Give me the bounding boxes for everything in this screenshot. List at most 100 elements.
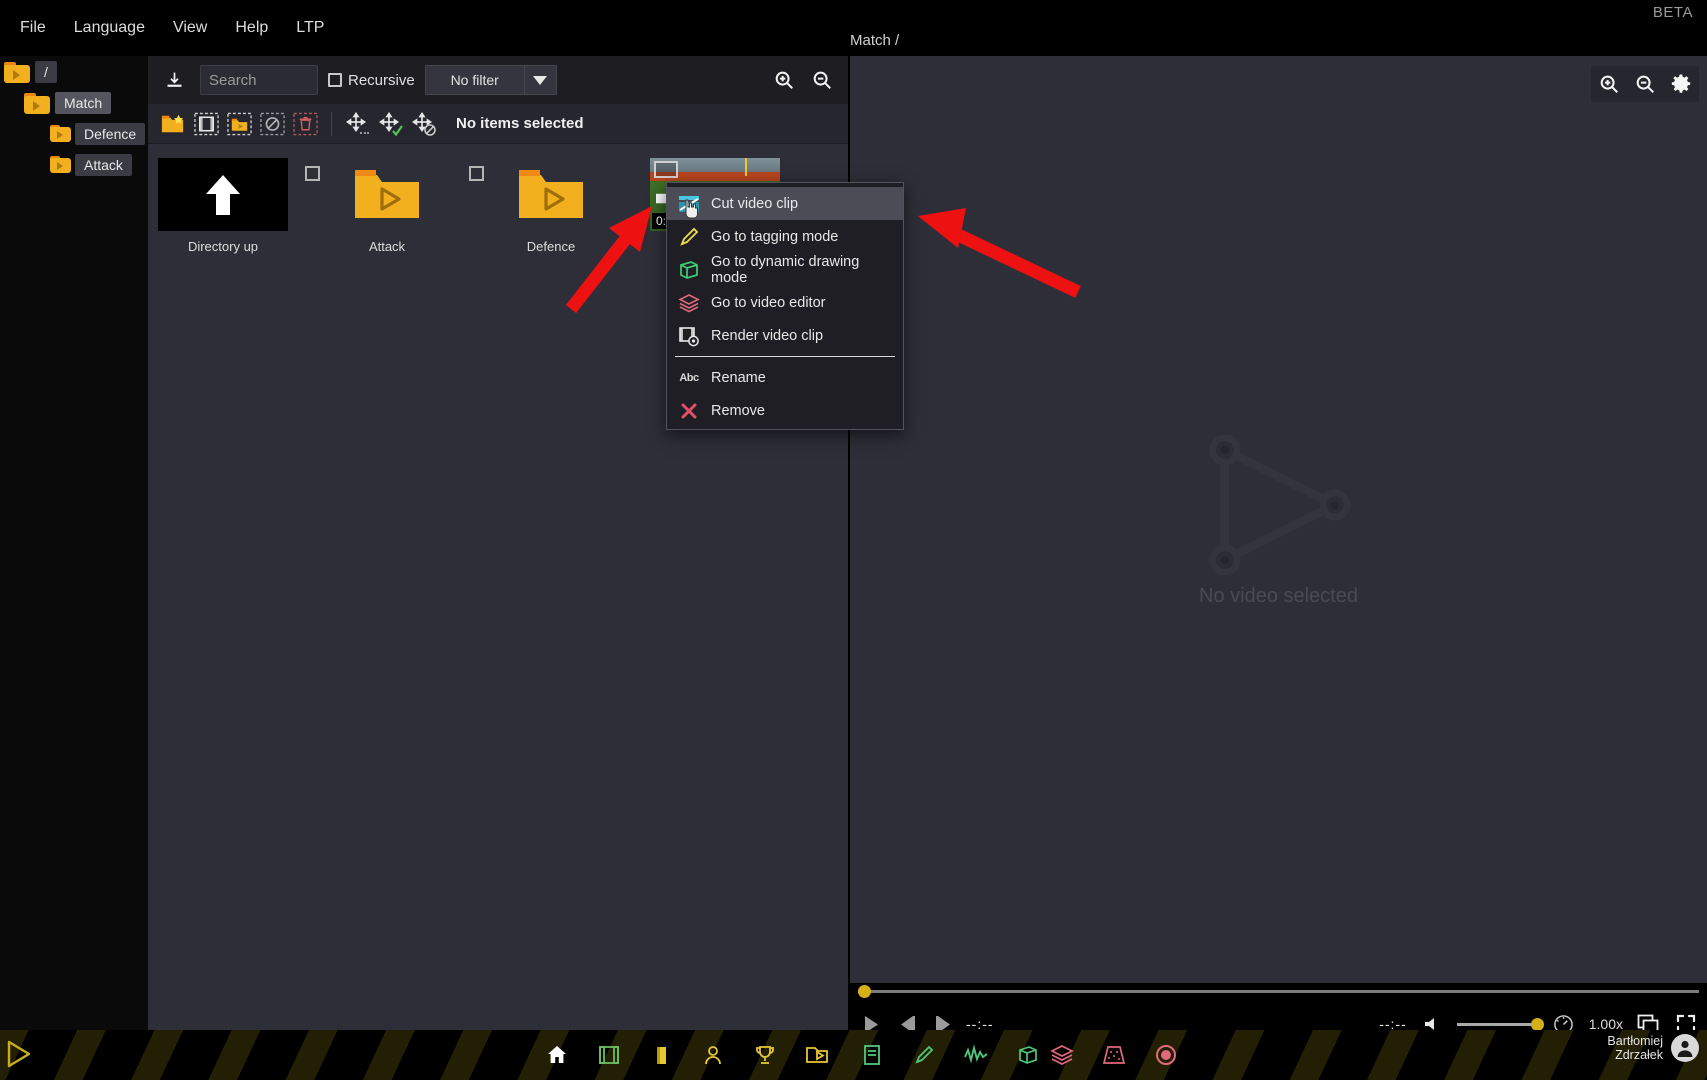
thumbnail-selection-box: [654, 161, 678, 178]
taskbar-home-icon[interactable]: [540, 1038, 574, 1072]
tree-item-label-root: /: [35, 61, 57, 83]
seek-handle[interactable]: [858, 985, 871, 998]
folder-icon: [48, 124, 72, 143]
context-menu-item-remove[interactable]: Remove: [667, 394, 903, 427]
taskbar-trophy-icon[interactable]: [748, 1038, 782, 1072]
user-first-name: Bartłomiej: [1607, 1034, 1663, 1048]
thumbnail-marker: [745, 158, 747, 176]
folder-icon: [48, 155, 72, 174]
menu-language[interactable]: Language: [60, 13, 159, 43]
import-icon[interactable]: [158, 64, 190, 96]
play-logo-watermark: [1199, 435, 1359, 575]
context-menu-divider: [675, 356, 895, 357]
deselect-all-button[interactable]: [257, 109, 287, 139]
select-all-clips-button[interactable]: [191, 109, 221, 139]
grid-item-defence[interactable]: Defence: [486, 158, 616, 254]
folder-tree-sidebar: / Match Defence Attack: [0, 56, 148, 1048]
abc-icon: Abc: [677, 366, 701, 390]
user-profile[interactable]: Bartłomiej Zdrzałek: [1607, 1034, 1699, 1063]
taskbar-record-icon[interactable]: [1149, 1038, 1183, 1072]
up-arrow-icon: [195, 167, 251, 223]
cursor-icon: [683, 199, 700, 219]
seek-bar[interactable]: [850, 983, 1707, 1000]
toolbar-divider: [331, 112, 332, 136]
grid-item-label: Directory up: [158, 239, 288, 254]
breadcrumb-title: Match /: [850, 32, 899, 49]
video-preview-panel: No video selected: [850, 56, 1707, 1030]
menu-ltp[interactable]: LTP: [282, 13, 338, 43]
zoom-out-icon[interactable]: [806, 64, 838, 96]
taskbar-person-icon[interactable]: [696, 1038, 730, 1072]
taskbar-pen-icon[interactable]: [907, 1038, 941, 1072]
context-menu-item-dynamic-drawing[interactable]: Go to dynamic drawing mode: [667, 253, 903, 286]
checkbox-box: [328, 73, 342, 87]
browser-toolbar: Recursive No filter: [148, 56, 848, 104]
context-menu-label: Remove: [711, 403, 765, 419]
menu-view[interactable]: View: [159, 13, 221, 43]
move-cancel-button[interactable]: [409, 109, 439, 139]
volume-handle[interactable]: [1531, 1018, 1544, 1031]
context-menu-item-rename[interactable]: Abc Rename: [667, 361, 903, 394]
taskbar-layers-icon[interactable]: [1045, 1038, 1079, 1072]
context-menu: Cut video clip Go to tagging mode Go to …: [666, 182, 904, 430]
menu-file[interactable]: File: [6, 13, 60, 43]
chevron-down-icon[interactable]: [525, 65, 557, 95]
seek-track[interactable]: [858, 990, 1699, 993]
menu-help[interactable]: Help: [221, 13, 282, 43]
item-checkbox[interactable]: [469, 166, 484, 181]
move-options-button[interactable]: [343, 109, 373, 139]
application-window: File Language View Help LTP BETA Match /…: [0, 0, 1707, 1080]
beta-badge: BETA: [1653, 4, 1693, 21]
taskbar-chart-icon[interactable]: [959, 1038, 993, 1072]
recursive-checkbox[interactable]: Recursive: [328, 72, 415, 89]
context-menu-item-tagging-mode[interactable]: Go to tagging mode: [667, 220, 903, 253]
grid-item-label: Defence: [486, 239, 616, 254]
folder-icon: [22, 92, 52, 114]
context-menu-item-render-video-clip[interactable]: Render video clip: [667, 319, 903, 352]
tree-row-defence[interactable]: Defence: [0, 118, 148, 149]
taskbar-cube-icon[interactable]: [1011, 1038, 1045, 1072]
grid-item-directory-up[interactable]: Directory up: [158, 158, 288, 254]
render-film-gear-icon: [677, 324, 701, 348]
tree-row-root[interactable]: /: [0, 56, 148, 87]
cube-icon: [677, 258, 701, 282]
zoom-in-icon[interactable]: [768, 64, 800, 96]
folder-thumbnail: [486, 158, 616, 231]
selection-status-text: No items selected: [456, 115, 584, 132]
folder-icon: [513, 165, 589, 225]
context-menu-item-cut-video-clip[interactable]: Cut video clip: [667, 187, 903, 220]
avatar-icon[interactable]: [1671, 1034, 1699, 1062]
taskbar-pitch-icon[interactable]: [1097, 1038, 1131, 1072]
taskbar-group-tools: [855, 1038, 1045, 1072]
taskbar-logo[interactable]: [4, 1038, 34, 1075]
tagging-pen-icon: [677, 225, 701, 249]
remove-x-icon: [677, 399, 701, 423]
taskbar-group-analysis: [1045, 1038, 1183, 1072]
taskbar-filmstrip-icon[interactable]: [592, 1038, 626, 1072]
delete-selected-button[interactable]: [290, 109, 320, 139]
user-last-name: Zdrzałek: [1607, 1048, 1663, 1062]
item-checkbox[interactable]: [305, 166, 320, 181]
taskbar-notes-icon[interactable]: [855, 1038, 889, 1072]
context-menu-label: Render video clip: [711, 328, 823, 344]
tree-item-label-match: Match: [55, 92, 111, 114]
tree-item-label-attack: Attack: [75, 154, 132, 176]
user-name: Bartłomiej Zdrzałek: [1607, 1034, 1663, 1063]
tree-row-match[interactable]: Match: [0, 87, 148, 118]
tree-item-label-defence: Defence: [75, 123, 145, 145]
context-menu-label: Rename: [711, 370, 766, 386]
context-menu-item-video-editor[interactable]: Go to video editor: [667, 286, 903, 319]
new-folder-button[interactable]: [158, 109, 188, 139]
taskbar-book-icon[interactable]: [644, 1038, 678, 1072]
volume-slider[interactable]: [1457, 1023, 1539, 1026]
select-all-folders-button[interactable]: [224, 109, 254, 139]
context-menu-label: Go to dynamic drawing mode: [711, 254, 893, 286]
search-input[interactable]: [200, 65, 318, 95]
folder-thumbnail: [322, 158, 452, 231]
filter-select[interactable]: No filter: [425, 65, 525, 95]
move-confirm-button[interactable]: [376, 109, 406, 139]
grid-item-attack[interactable]: Attack: [322, 158, 452, 254]
folder-icon: [349, 165, 425, 225]
taskbar-playlist-icon[interactable]: [800, 1038, 834, 1072]
tree-row-attack[interactable]: Attack: [0, 149, 148, 180]
